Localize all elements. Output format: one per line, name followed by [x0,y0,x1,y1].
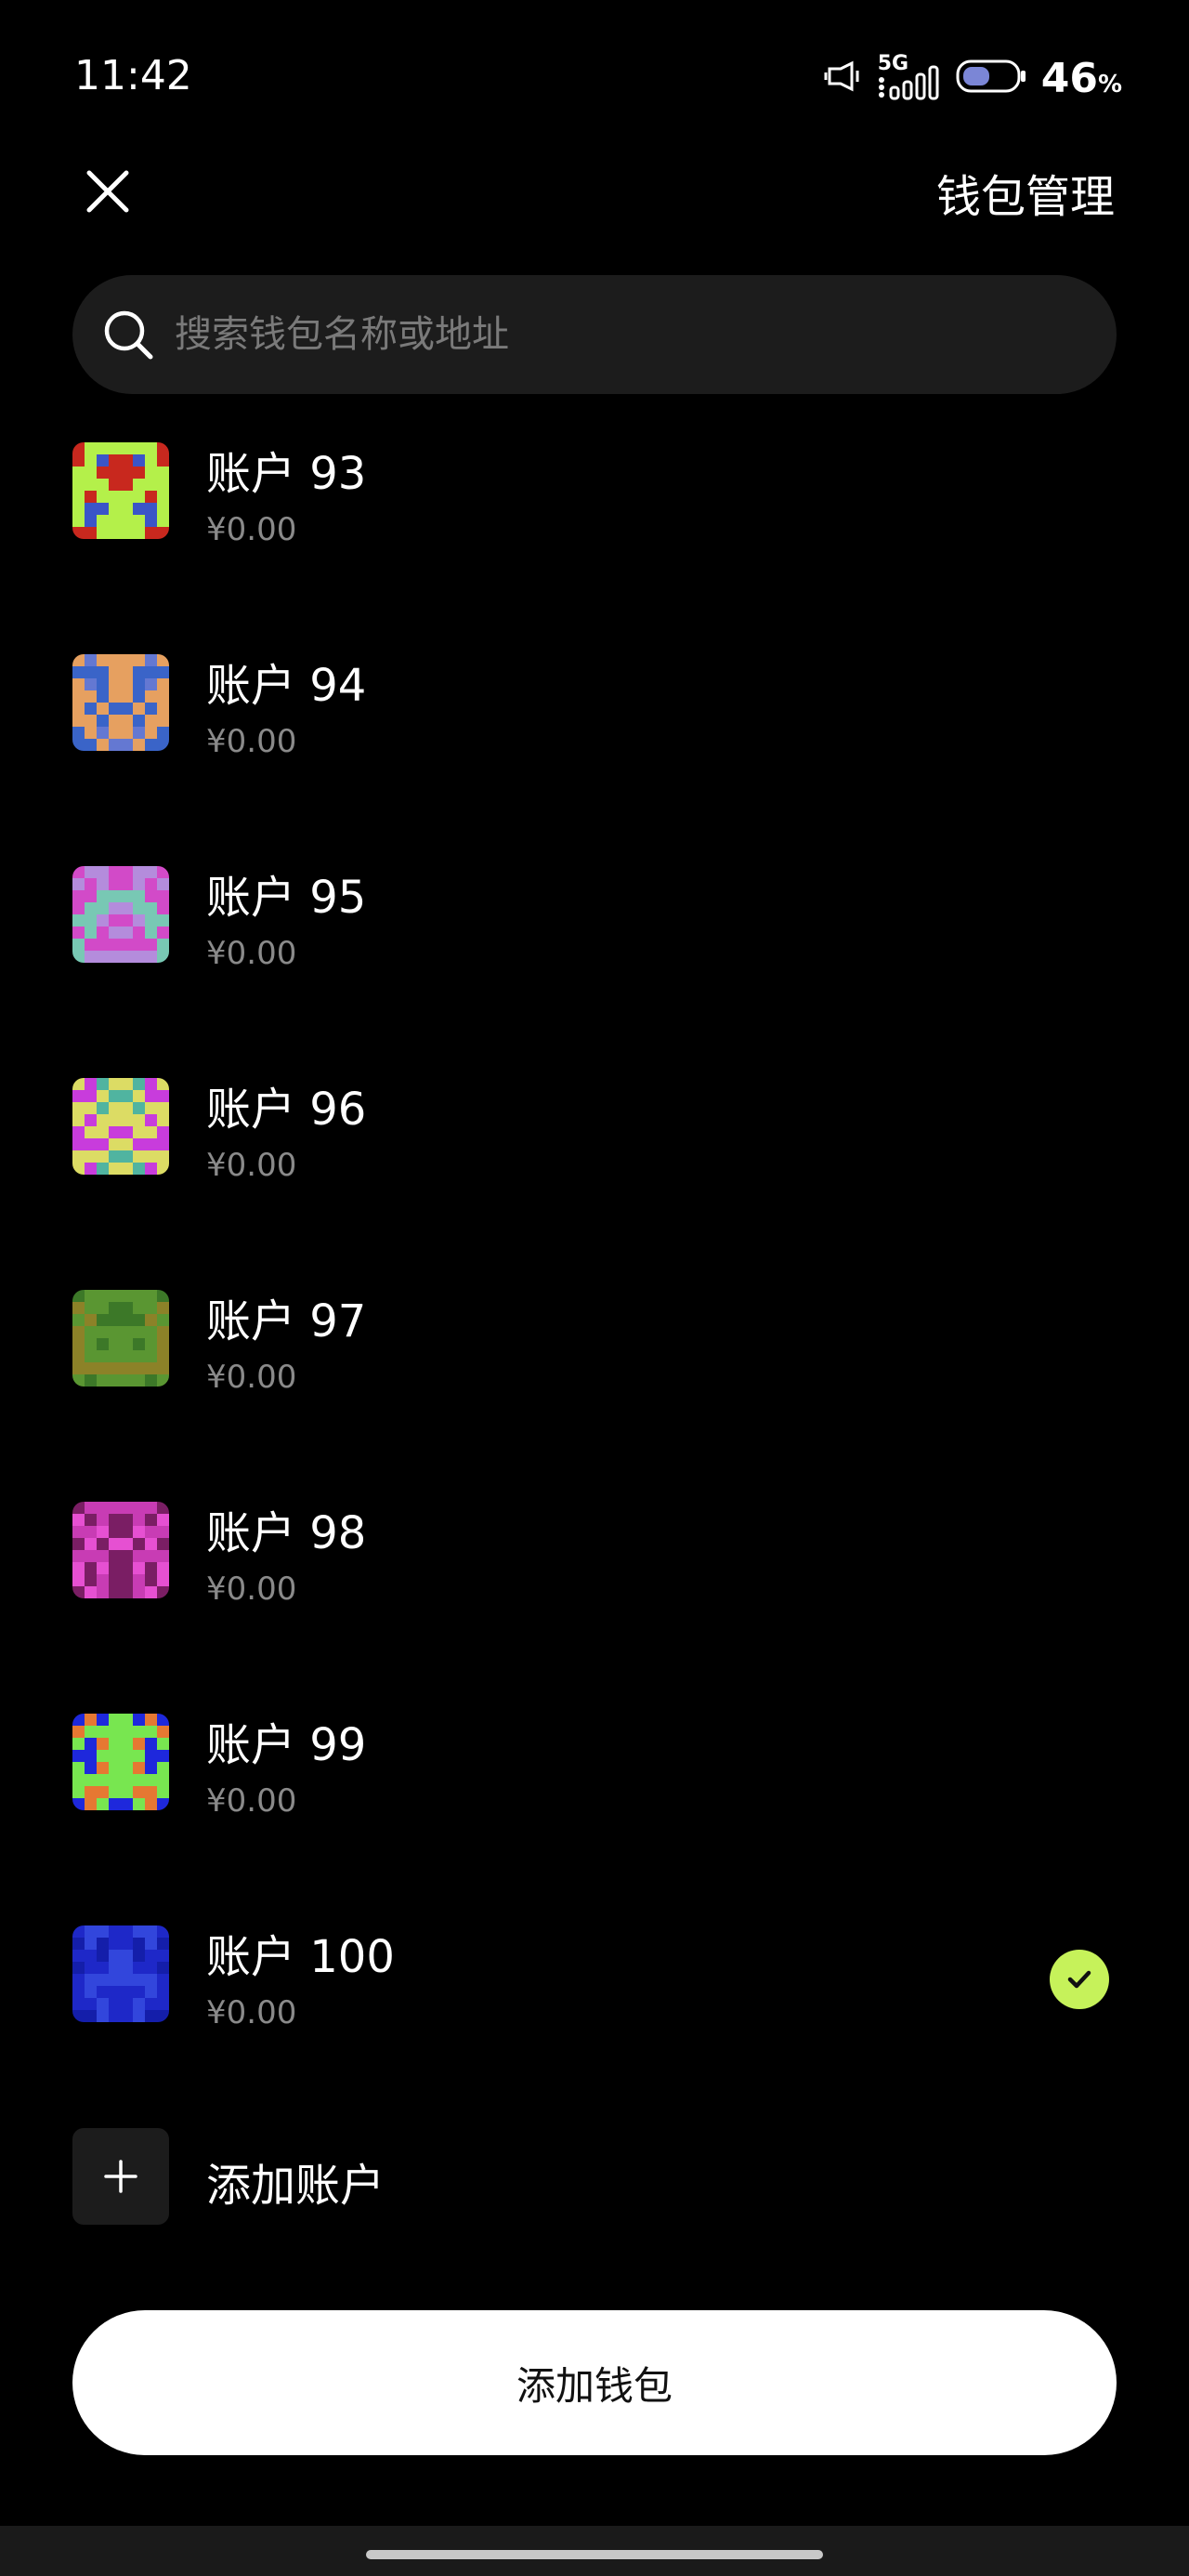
account-balance: ¥0.00 [206,511,297,548]
account-item-98[interactable]: 账户 98 ¥0.00 [0,1496,1189,1708]
status-time: 11:42 [74,52,192,99]
account-avatar [72,1502,169,1598]
account-name: 账户 94 [206,660,367,712]
account-balance: ¥0.00 [206,1571,297,1608]
account-item-97[interactable]: 账户 97 ¥0.00 [0,1284,1189,1496]
selected-check-icon [1050,1950,1109,2009]
account-avatar [72,1925,169,2022]
account-item-93[interactable]: 账户 93 ¥0.00 [0,437,1189,649]
close-button[interactable] [74,158,141,225]
account-avatar [72,654,169,751]
account-name: 账户 99 [206,1719,367,1771]
battery-icon [956,59,1028,98]
account-name: 账户 95 [206,872,367,924]
account-list: 账户 93 ¥0.00 账户 94 ¥0.00 账户 95 ¥0.00 账户 9… [0,437,1189,2132]
account-balance: ¥0.00 [206,935,297,972]
account-balance: ¥0.00 [206,1782,297,1820]
close-icon [86,170,129,213]
account-item-99[interactable]: 账户 99 ¥0.00 [0,1708,1189,1920]
vibrate-icon [824,59,865,97]
account-item-95[interactable]: 账户 95 ¥0.00 [0,861,1189,1072]
account-balance: ¥0.00 [206,1994,297,2031]
account-item-94[interactable]: 账户 94 ¥0.00 [0,649,1189,861]
navigation-bar [0,2526,1189,2576]
account-avatar [72,1714,169,1810]
battery-percent: 46% [1040,54,1122,102]
account-balance: ¥0.00 [206,1359,297,1396]
status-bar: 11:42 5G 46% [0,0,1189,149]
account-avatar [72,442,169,539]
account-name: 账户 93 [206,448,367,500]
account-item-100[interactable]: 账户 100 ¥0.00 [0,1920,1189,2132]
home-indicator[interactable] [366,2550,823,2559]
account-name: 账户 100 [206,1931,395,1983]
account-name: 账户 97 [206,1295,367,1347]
search-icon [100,307,156,362]
wallet-management-button[interactable]: 钱包管理 [936,160,1115,225]
account-balance: ¥0.00 [206,1147,297,1184]
account-balance: ¥0.00 [206,723,297,760]
plus-icon [72,2128,169,2225]
status-icons: 5G 46% [824,52,1122,104]
account-item-96[interactable]: 账户 96 ¥0.00 [0,1072,1189,1284]
add-wallet-button[interactable]: 添加钱包 [72,2310,1117,2455]
add-account-label: 添加账户 [206,2160,385,2212]
account-name: 账户 98 [206,1507,367,1559]
account-name: 账户 96 [206,1084,367,1136]
search-input[interactable] [173,312,1087,357]
add-account-button[interactable]: 添加账户 [0,2128,1189,2230]
account-avatar [72,1290,169,1387]
account-avatar [72,866,169,963]
signal-icon: 5G [878,52,943,100]
search-bar[interactable] [72,275,1117,394]
account-avatar [72,1078,169,1175]
